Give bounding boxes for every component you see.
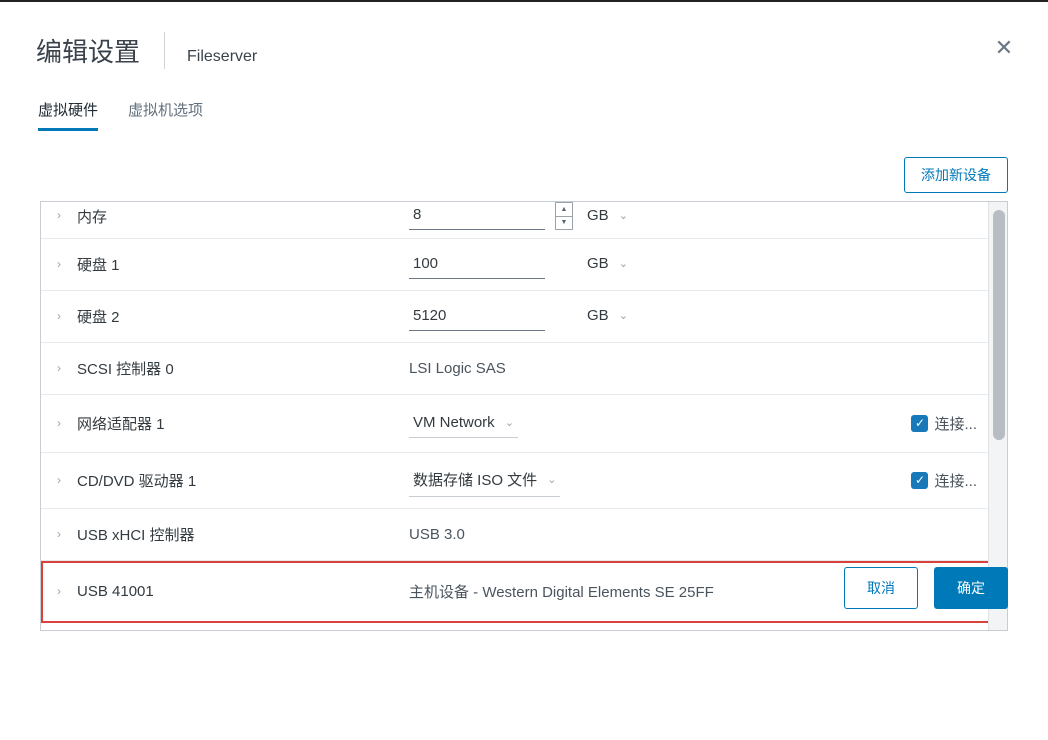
modal-header: 编辑设置 Fileserver ✕ bbox=[0, 2, 1048, 79]
row-network-adapter: › 网络适配器 1 VM Network ⌄ ✓ 连接... bbox=[41, 395, 1007, 453]
memory-unit-select[interactable]: GB ⌄ bbox=[583, 203, 632, 230]
scsi-value: LSI Logic SAS bbox=[409, 360, 506, 377]
nic-network-select[interactable]: VM Network ⌄ bbox=[409, 410, 518, 438]
modal-footer: 取消 确定 bbox=[844, 567, 1008, 609]
disk-2-unit-label: GB bbox=[587, 307, 609, 324]
stepper-up-icon[interactable]: ▲ bbox=[556, 203, 572, 217]
cdrom-connect-checkbox[interactable]: ✓ bbox=[911, 472, 928, 489]
memory-input[interactable] bbox=[409, 202, 545, 230]
cancel-button[interactable]: 取消 bbox=[844, 567, 918, 609]
row-scsi-label: SCSI 控制器 0 bbox=[71, 358, 409, 379]
modal-title: 编辑设置 bbox=[36, 32, 165, 69]
memory-stepper[interactable]: ▲ ▼ bbox=[555, 202, 573, 230]
chevron-right-icon[interactable]: › bbox=[57, 527, 71, 541]
chevron-down-icon: ⌄ bbox=[619, 209, 628, 222]
chevron-right-icon[interactable]: › bbox=[57, 584, 71, 598]
row-disk-2: › 硬盘 2 GB ⌄ bbox=[41, 291, 1007, 343]
row-disk-2-label: 硬盘 2 bbox=[71, 306, 409, 327]
nic-network-value: VM Network bbox=[413, 414, 495, 431]
close-button[interactable]: ✕ bbox=[994, 38, 1014, 58]
row-usb-controller: › USB xHCI 控制器 USB 3.0 bbox=[41, 509, 1007, 561]
cdrom-source-value: 数据存储 ISO 文件 bbox=[413, 469, 537, 490]
nic-connect-checkbox[interactable]: ✓ bbox=[911, 415, 928, 432]
chevron-down-icon: ⌄ bbox=[547, 473, 556, 486]
chevron-right-icon[interactable]: › bbox=[57, 416, 71, 430]
chevron-down-icon: ⌄ bbox=[505, 416, 514, 429]
tab-vm-options[interactable]: 虚拟机选项 bbox=[128, 93, 203, 131]
edit-settings-modal: 编辑设置 Fileserver ✕ 虚拟硬件 虚拟机选项 添加新设备 › 内存 … bbox=[0, 2, 1048, 631]
row-scsi-controller: › SCSI 控制器 0 LSI Logic SAS bbox=[41, 343, 1007, 395]
scrollbar-thumb[interactable] bbox=[993, 210, 1005, 440]
disk-1-unit-label: GB bbox=[587, 255, 609, 272]
row-memory: › 内存 ▲ ▼ GB ⌄ bbox=[41, 202, 1007, 239]
chevron-right-icon[interactable]: › bbox=[57, 473, 71, 487]
ok-button[interactable]: 确定 bbox=[934, 567, 1008, 609]
close-icon: ✕ bbox=[995, 35, 1013, 60]
cdrom-source-select[interactable]: 数据存储 ISO 文件 ⌄ bbox=[409, 465, 560, 497]
tab-bar: 虚拟硬件 虚拟机选项 bbox=[0, 79, 1048, 131]
row-memory-label: 内存 bbox=[71, 206, 409, 227]
tab-virtual-hardware[interactable]: 虚拟硬件 bbox=[38, 93, 98, 131]
chevron-right-icon[interactable]: › bbox=[57, 208, 71, 222]
cdrom-connect-cell: ✓ 连接... bbox=[911, 470, 977, 491]
disk-1-size-input[interactable] bbox=[409, 251, 545, 279]
cdrom-connect-label: 连接... bbox=[934, 470, 977, 491]
row-disk-1-label: 硬盘 1 bbox=[71, 254, 409, 275]
nic-connect-cell: ✓ 连接... bbox=[911, 413, 977, 434]
nic-connect-label: 连接... bbox=[934, 413, 977, 434]
disk-1-unit-select[interactable]: GB ⌄ bbox=[583, 251, 632, 278]
toolbar: 添加新设备 bbox=[0, 131, 1048, 201]
usbdev-value: 主机设备 - Western Digital Elements SE 25FF bbox=[409, 581, 714, 602]
chevron-right-icon[interactable]: › bbox=[57, 309, 71, 323]
disk-2-size-input[interactable] bbox=[409, 303, 545, 331]
row-disk-1: › 硬盘 1 GB ⌄ bbox=[41, 239, 1007, 291]
row-cdrom-label: CD/DVD 驱动器 1 bbox=[71, 470, 409, 491]
memory-unit-label: GB bbox=[587, 207, 609, 224]
row-cdrom: › CD/DVD 驱动器 1 数据存储 ISO 文件 ⌄ ✓ 连接... bbox=[41, 453, 1007, 509]
scrollbar[interactable] bbox=[988, 202, 1007, 630]
usbctl-value: USB 3.0 bbox=[409, 526, 465, 543]
row-usbctl-label: USB xHCI 控制器 bbox=[71, 524, 409, 545]
chevron-right-icon[interactable]: › bbox=[57, 257, 71, 271]
row-nic-label: 网络适配器 1 bbox=[71, 413, 409, 434]
row-usbdev-label: USB 41001 bbox=[71, 583, 409, 600]
chevron-right-icon[interactable]: › bbox=[57, 361, 71, 375]
add-new-device-button[interactable]: 添加新设备 bbox=[904, 157, 1008, 193]
chevron-down-icon: ⌄ bbox=[619, 257, 628, 270]
row-video-card: › 显卡 自动检测设置 ⌄ bbox=[41, 623, 1007, 630]
chevron-down-icon: ⌄ bbox=[619, 309, 628, 322]
disk-2-unit-select[interactable]: GB ⌄ bbox=[583, 303, 632, 330]
hardware-list[interactable]: › 内存 ▲ ▼ GB ⌄ › 硬盘 1 bbox=[41, 202, 1007, 630]
modal-subtitle: Fileserver bbox=[165, 48, 257, 66]
stepper-down-icon[interactable]: ▼ bbox=[556, 217, 572, 230]
